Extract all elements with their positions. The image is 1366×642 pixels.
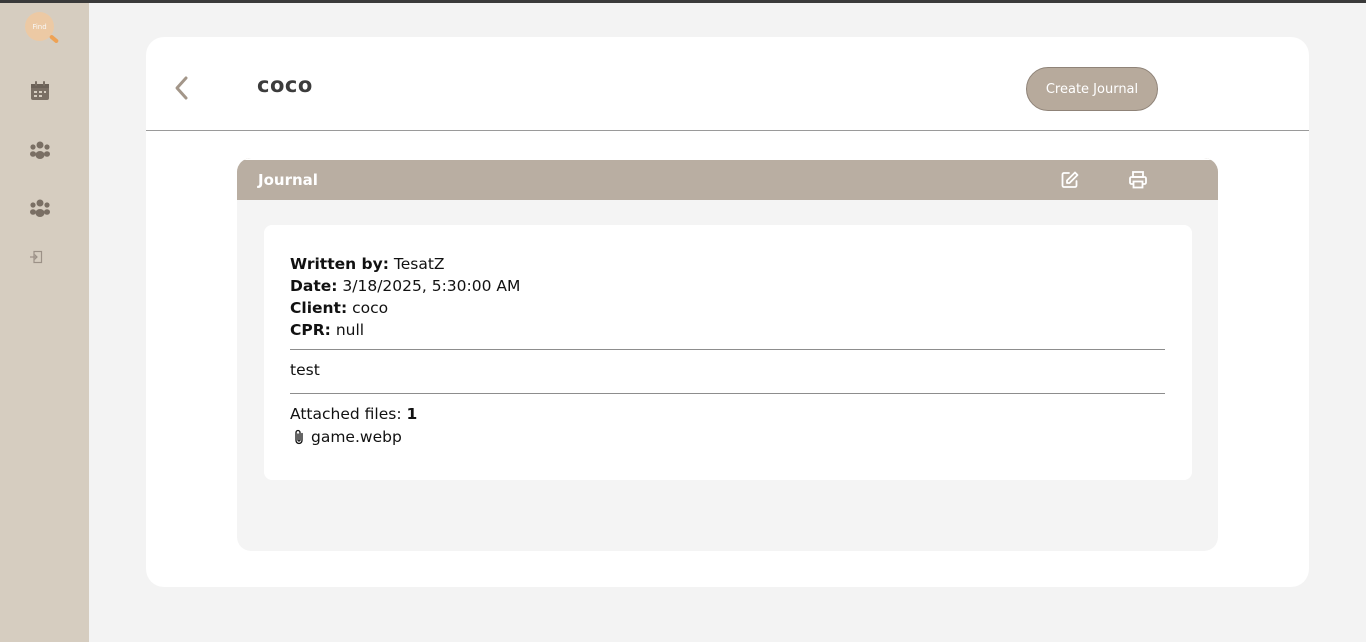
attached-file-name: game.webp [311,428,402,446]
attached-file-link[interactable]: game.webp [292,428,402,446]
attached-files-count: 1 [406,405,418,423]
client-value: coco [352,299,389,317]
logo-text: Find [32,22,47,31]
sidebar-item-clients[interactable] [29,139,51,161]
client-label: Client: [290,299,348,317]
date-label: Date: [290,277,338,295]
window-top-border [0,0,1366,3]
written-by-value: TesatZ [393,255,445,273]
journal-panel-title: Journal [258,171,318,189]
back-button[interactable] [172,75,192,101]
journal-panel: Journal Written by: TesatZ Date: 3/18/20… [237,158,1218,551]
client-row: Client: coco [290,297,520,319]
logo-magnifier-handle [48,34,60,44]
paperclip-icon [295,429,303,445]
journal-body: test [290,361,320,379]
chevron-left-icon [175,76,188,100]
journal-entry: Written by: TesatZ Date: 3/18/2025, 5:30… [264,225,1192,480]
sidebar: Find [0,3,89,642]
group-icon [30,199,50,217]
main-card: coco Create Journal Journal Written by: … [146,37,1309,587]
group-icon [30,141,50,159]
cpr-row: CPR: null [290,319,520,341]
date-value: 3/18/2025, 5:30:00 AM [342,277,521,295]
calendar-icon [31,81,49,100]
cpr-value: null [335,321,365,339]
date-row: Date: 3/18/2025, 5:30:00 AM [290,275,520,297]
cpr-label: CPR: [290,321,331,339]
print-button[interactable] [1128,170,1148,190]
printer-icon [1129,171,1147,189]
journal-meta: Written by: TesatZ Date: 3/18/2025, 5:30… [290,253,520,341]
journal-header: Journal [237,158,1218,200]
app-logo[interactable]: Find [25,12,61,48]
attached-files-summary: Attached files: 1 [290,405,417,423]
written-by-row: Written by: TesatZ [290,253,520,275]
create-journal-button[interactable]: Create Journal [1026,67,1158,111]
header-divider [146,130,1309,131]
page-title: coco [257,73,313,97]
entry-divider [290,393,1165,394]
logout-icon [30,250,43,264]
edit-icon [1061,171,1079,188]
edit-button[interactable] [1060,170,1080,190]
attached-files-label: Attached files: [290,405,402,423]
sidebar-item-logout[interactable] [29,250,43,264]
entry-divider [290,349,1165,350]
written-by-label: Written by: [290,255,389,273]
sidebar-item-groups[interactable] [29,197,51,219]
sidebar-item-calendar[interactable] [29,80,51,102]
